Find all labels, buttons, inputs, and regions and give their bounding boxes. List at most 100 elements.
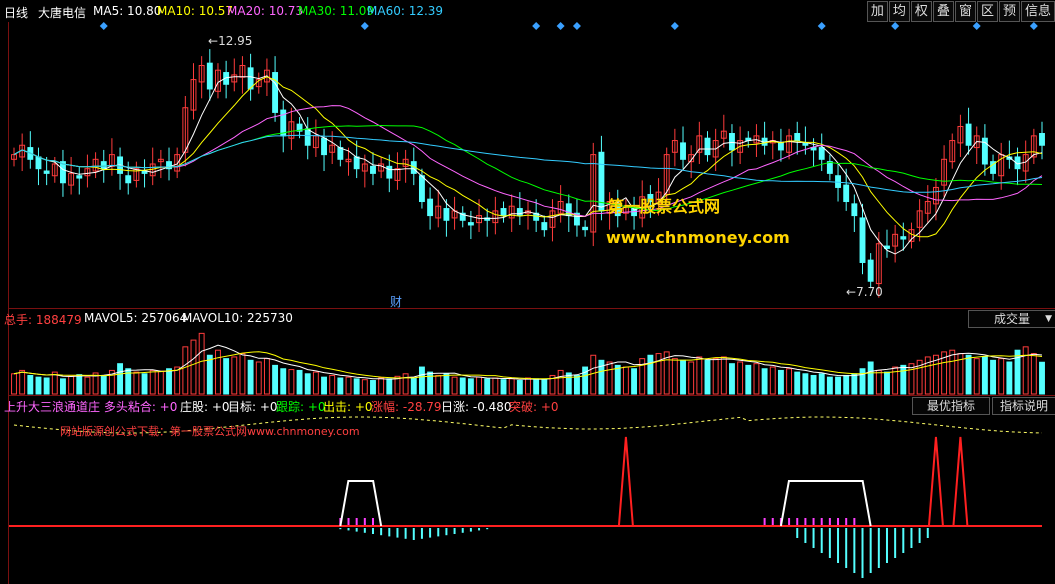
indicator-neg-bar (388, 528, 391, 537)
volume-bar (443, 373, 450, 395)
volume-bar (614, 364, 621, 395)
candle-body (843, 184, 850, 203)
volume-bar (769, 366, 776, 395)
volume-bar (288, 369, 295, 395)
volume-bar (386, 378, 393, 395)
signal-diamond (572, 22, 581, 30)
volume-bar (321, 376, 327, 395)
indicator-neg-bar (812, 528, 815, 548)
candle-body (900, 236, 907, 240)
volume-bar (557, 369, 564, 395)
candle-body (467, 222, 474, 226)
indicator-pos-bar (347, 518, 350, 525)
watermark-title: 第一股票公式网 (608, 197, 721, 216)
volume-bar (745, 364, 752, 395)
volume-bar (198, 332, 205, 395)
candle-body (353, 156, 360, 170)
indicator-pos-bar (363, 518, 366, 525)
volume-bar (843, 374, 850, 395)
candle-body (965, 123, 972, 146)
candle-body (680, 142, 686, 160)
volume-bar (117, 363, 124, 395)
volume-bar (761, 368, 768, 395)
indicator-pos-bar (355, 518, 358, 525)
volume-bar (622, 366, 629, 395)
volume-bar (378, 377, 385, 395)
indicator-neg-bar (347, 528, 350, 531)
volume-bar (402, 373, 409, 395)
candle-body (43, 170, 50, 174)
volume-bar (981, 356, 988, 395)
finance-event-marker[interactable]: 财 (390, 293, 402, 310)
indicator-pos-bar (820, 518, 823, 525)
indicator-help-button[interactable]: 指标说明 (992, 397, 1055, 415)
indicator-neg-bar (453, 528, 456, 534)
volume-bar (1006, 361, 1013, 395)
indicator-neg-bar (918, 528, 921, 543)
candle-body (35, 156, 42, 170)
chevron-down-icon: ▼ (1045, 314, 1052, 324)
candle-body (867, 259, 874, 282)
indicator-target: 目标: +0 (228, 400, 278, 414)
candle-body (859, 217, 866, 263)
volume-bar (459, 377, 466, 395)
volume-bar (949, 349, 956, 395)
volume-bar (68, 375, 75, 395)
volume-bar (353, 378, 360, 395)
volume-bar (786, 368, 793, 395)
volume-bar (884, 371, 890, 395)
candle-body (76, 175, 83, 179)
watermark-url: www.chnmoney.com (606, 228, 790, 247)
candle-body (272, 72, 279, 113)
candle-body (582, 226, 589, 231)
volume-bar (247, 359, 254, 395)
indicator-neg-bar (420, 528, 423, 539)
volume-bar (174, 366, 181, 395)
volume-bar (704, 359, 711, 395)
volume-bar (255, 361, 262, 395)
candle-body (818, 147, 825, 160)
indicator-neg-bar (478, 528, 481, 531)
volume-bar (900, 364, 907, 395)
total-volume-readout: 总手: 188479 (4, 313, 82, 327)
indicator-neg-bar (828, 528, 831, 558)
volume-bar (720, 356, 727, 395)
indicator-neg-bar (820, 528, 823, 553)
volume-bar (908, 363, 915, 395)
volume-bar (794, 371, 801, 395)
signal-diamond (817, 22, 826, 30)
signal-diamond (360, 22, 369, 30)
volume-bar (410, 377, 417, 395)
indicator-neg-bar (469, 528, 472, 532)
indicator-pos-bar (796, 518, 799, 525)
volume-bar (435, 374, 442, 395)
optimize-indicator-button[interactable]: 最优指标 (912, 397, 990, 415)
indicator-neg-bar (902, 528, 905, 553)
chart-canvas[interactable] (0, 0, 1055, 584)
ma20-line (13, 105, 1043, 217)
candle-body (777, 142, 784, 151)
volume-bar (810, 374, 817, 395)
indicator-neg-bar (445, 528, 448, 536)
candle-body (370, 165, 376, 174)
volume-bar (647, 354, 654, 395)
candle-body (418, 175, 425, 203)
candle-body (500, 208, 507, 217)
volume-indicator-dropdown[interactable]: 成交量 ▼ (968, 310, 1055, 328)
volume-bar (631, 368, 638, 395)
volume-bar (19, 369, 26, 395)
volume-bar (696, 356, 703, 395)
volume-bar (427, 371, 434, 395)
indicator-plateau (339, 480, 383, 527)
volume-bar (35, 376, 42, 395)
volume-bar (508, 378, 515, 395)
signal-diamond (670, 22, 679, 30)
indicator-info-bar: 上升大三浪通道庄 多头粘合: +0 庄股: +0 目标: +0 跟踪: +0 出… (0, 396, 1055, 415)
indicator-neg-bar (853, 528, 856, 573)
signal-diamond (1029, 22, 1038, 30)
candle-body (851, 203, 858, 217)
indicator-pos-bar (763, 518, 766, 525)
indicator-neg-bar (796, 528, 799, 538)
volume-bar (680, 359, 686, 395)
high-price-label: ←12.95 (208, 34, 253, 48)
